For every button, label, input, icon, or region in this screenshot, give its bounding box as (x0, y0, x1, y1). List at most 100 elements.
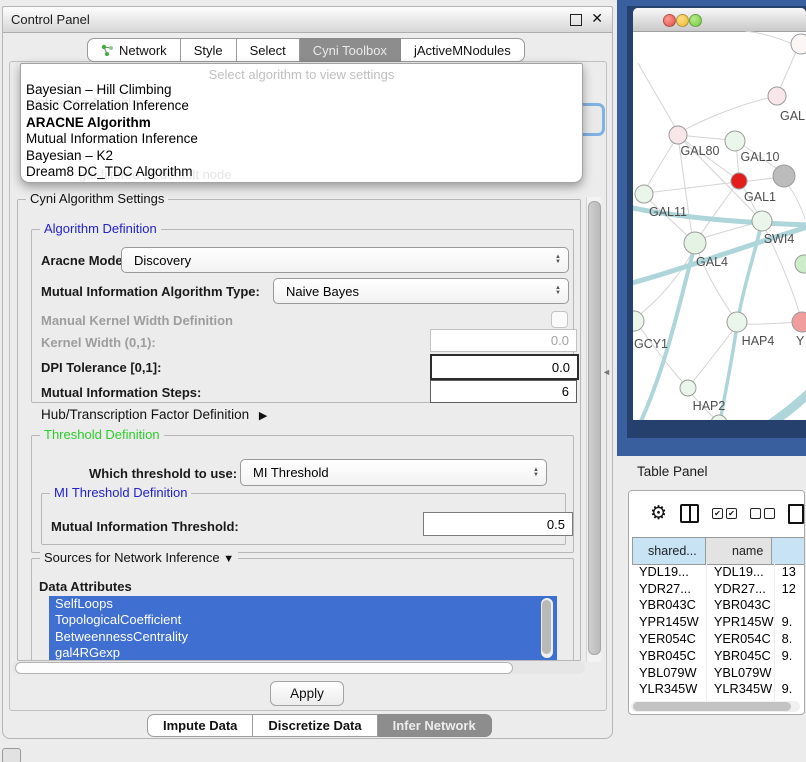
table-cell[interactable]: YBL079W (707, 664, 775, 681)
hub-definition-toggle[interactable]: Hub/Transcription Factor Definition ▶ (41, 407, 267, 422)
table-row[interactable]: YBR045CYBR045C9. (632, 647, 805, 664)
table-row[interactable]: YBL079WYBL079W (632, 664, 805, 681)
network-node[interactable] (768, 87, 786, 105)
algorithm-option[interactable]: ARACNE Algorithm (21, 115, 582, 131)
data-attributes-list[interactable]: SelfLoopsTopologicalCoefficientBetweenne… (49, 596, 557, 660)
deselect-all-columns-icon[interactable] (750, 508, 775, 519)
network-node[interactable] (725, 131, 745, 151)
table-header[interactable]: shared... name (632, 537, 805, 565)
algorithm-dropdown[interactable]: Select algorithm to view settings Bayesi… (20, 63, 583, 183)
tab-network[interactable]: Network (87, 38, 181, 62)
close-traffic-light-icon[interactable] (663, 14, 676, 27)
table-cell[interactable]: YDL19... (707, 563, 775, 580)
split-columns-icon[interactable] (680, 504, 699, 523)
table-cell[interactable]: 9. (775, 681, 805, 698)
table-cell[interactable]: YPR145W (632, 613, 707, 630)
attribute-item[interactable]: TopologicalCoefficient (49, 612, 557, 628)
which-threshold-combobox[interactable]: MI Threshold ▲▼ (240, 459, 547, 486)
network-node[interactable] (684, 232, 706, 254)
table-horizontal-scrollbar[interactable] (631, 701, 800, 712)
mi-threshold-field[interactable]: 0.5 (423, 512, 573, 536)
table-cell[interactable]: YLR345W (707, 681, 775, 698)
float-window-icon[interactable] (570, 14, 582, 26)
file-icon[interactable] (788, 504, 804, 524)
table-cell[interactable]: YBR045C (707, 647, 775, 664)
network-node[interactable] (731, 173, 747, 189)
tab-discretize-data[interactable]: Discretize Data (253, 714, 377, 737)
attribute-item[interactable]: gal4RGexp (49, 645, 557, 660)
dpi-tolerance-field[interactable]: 0.0 (430, 354, 579, 380)
table-cell[interactable]: YBR043C (707, 597, 775, 614)
zoom-traffic-light-icon[interactable] (689, 14, 702, 27)
table-cell[interactable]: YDR27... (707, 580, 775, 597)
attribute-item[interactable]: BetweennessCentrality (49, 629, 557, 645)
attributes-scrollbar[interactable] (541, 598, 553, 658)
network-node[interactable] (635, 185, 653, 203)
select-all-columns-icon[interactable]: ✔✔ (712, 508, 737, 519)
table-cell[interactable]: 9. (775, 647, 805, 664)
table-cell[interactable]: YER054C (632, 630, 707, 647)
column-header-name[interactable]: name (706, 538, 773, 564)
network-edge[interactable] (646, 182, 737, 193)
table-cell[interactable] (775, 597, 805, 614)
scrollbar-thumb[interactable] (542, 600, 551, 654)
minimize-traffic-light-icon[interactable] (676, 14, 689, 27)
algorithm-option[interactable]: Mutual Information Inference (21, 131, 582, 147)
attribute-item[interactable]: SelfLoops (49, 596, 557, 612)
table-cell[interactable]: 12 (775, 580, 805, 597)
table-row[interactable]: YDR27...YDR27...12 (632, 580, 805, 597)
gear-icon[interactable]: ⚙ (650, 504, 667, 523)
tab-style[interactable]: Style (181, 38, 237, 62)
table-row[interactable]: YBR043CYBR043C (632, 597, 805, 614)
network-node[interactable] (773, 165, 795, 187)
network-node[interactable] (752, 211, 772, 231)
table-cell[interactable] (775, 664, 805, 681)
scrollbar-thumb[interactable] (633, 702, 791, 711)
network-edge[interactable] (738, 223, 762, 320)
table-cell[interactable]: YBR045C (632, 647, 707, 664)
close-icon[interactable]: ✕ (591, 10, 603, 27)
table-body[interactable]: YDL19...YDL19...13YDR27...YDR27...12YBR0… (632, 563, 805, 703)
tab-select[interactable]: Select (237, 38, 300, 62)
network-edge[interactable] (737, 393, 806, 420)
table-cell[interactable]: 8. (775, 630, 805, 647)
table-cell[interactable]: YBL079W (632, 664, 707, 681)
network-node[interactable] (791, 34, 806, 54)
table-cell[interactable]: YDR27... (632, 580, 707, 597)
network-edge[interactable] (697, 183, 737, 240)
table-row[interactable]: YLR345WYLR345W9. (632, 681, 805, 698)
network-node[interactable] (795, 255, 806, 273)
network-node[interactable] (669, 126, 687, 144)
table-cell[interactable]: 13 (775, 563, 805, 580)
network-view-window[interactable]: GALGAL80GAL10GAL1GAL11SWI4GAL4GCY1HAP4YH… (633, 8, 806, 420)
network-edge[interactable] (679, 96, 777, 133)
network-edge[interactable] (739, 322, 799, 324)
settings-horizontal-scrollbar[interactable] (12, 661, 585, 674)
table-cell[interactable]: YBR043C (632, 597, 707, 614)
scrollbar-thumb[interactable] (15, 662, 513, 674)
manual-kernel-checkbox[interactable] (551, 311, 568, 328)
network-node[interactable] (680, 380, 696, 396)
table-row[interactable]: YDL19...YDL19...13 (632, 563, 805, 580)
network-window-titlebar[interactable] (633, 8, 806, 32)
network-edge[interactable] (637, 323, 685, 385)
network-canvas[interactable]: GALGAL80GAL10GAL1GAL11SWI4GAL4GCY1HAP4YH… (633, 31, 806, 420)
network-graph[interactable]: GALGAL80GAL10GAL1GAL11SWI4GAL4GCY1HAP4YH… (633, 31, 806, 420)
network-node[interactable] (727, 312, 747, 332)
mi-steps-field[interactable]: 6 (430, 380, 577, 403)
network-node[interactable] (633, 311, 644, 331)
table-row[interactable]: YER054CYER054C8. (632, 630, 805, 647)
network-node[interactable] (711, 415, 727, 420)
table-cell[interactable]: YLR345W (632, 681, 707, 698)
collapsed-panel-icon[interactable] (2, 748, 21, 762)
table-cell[interactable]: YDL19... (632, 563, 707, 580)
mi-algorithm-type-combobox[interactable]: Naive Bayes ▲▼ (273, 278, 569, 304)
algorithm-option[interactable]: Bayesian – K2 (21, 148, 582, 164)
table-row[interactable]: YPR145WYPR145W9. (632, 613, 805, 630)
sources-group-title[interactable]: Sources for Network Inference ▼ (40, 552, 238, 565)
tab-cyni-toolbox[interactable]: Cyni Toolbox (300, 38, 401, 62)
network-edge[interactable] (644, 136, 678, 192)
table-cell[interactable]: YER054C (707, 630, 775, 647)
scrollbar-thumb[interactable] (588, 201, 601, 655)
apply-button[interactable]: Apply (270, 681, 344, 706)
